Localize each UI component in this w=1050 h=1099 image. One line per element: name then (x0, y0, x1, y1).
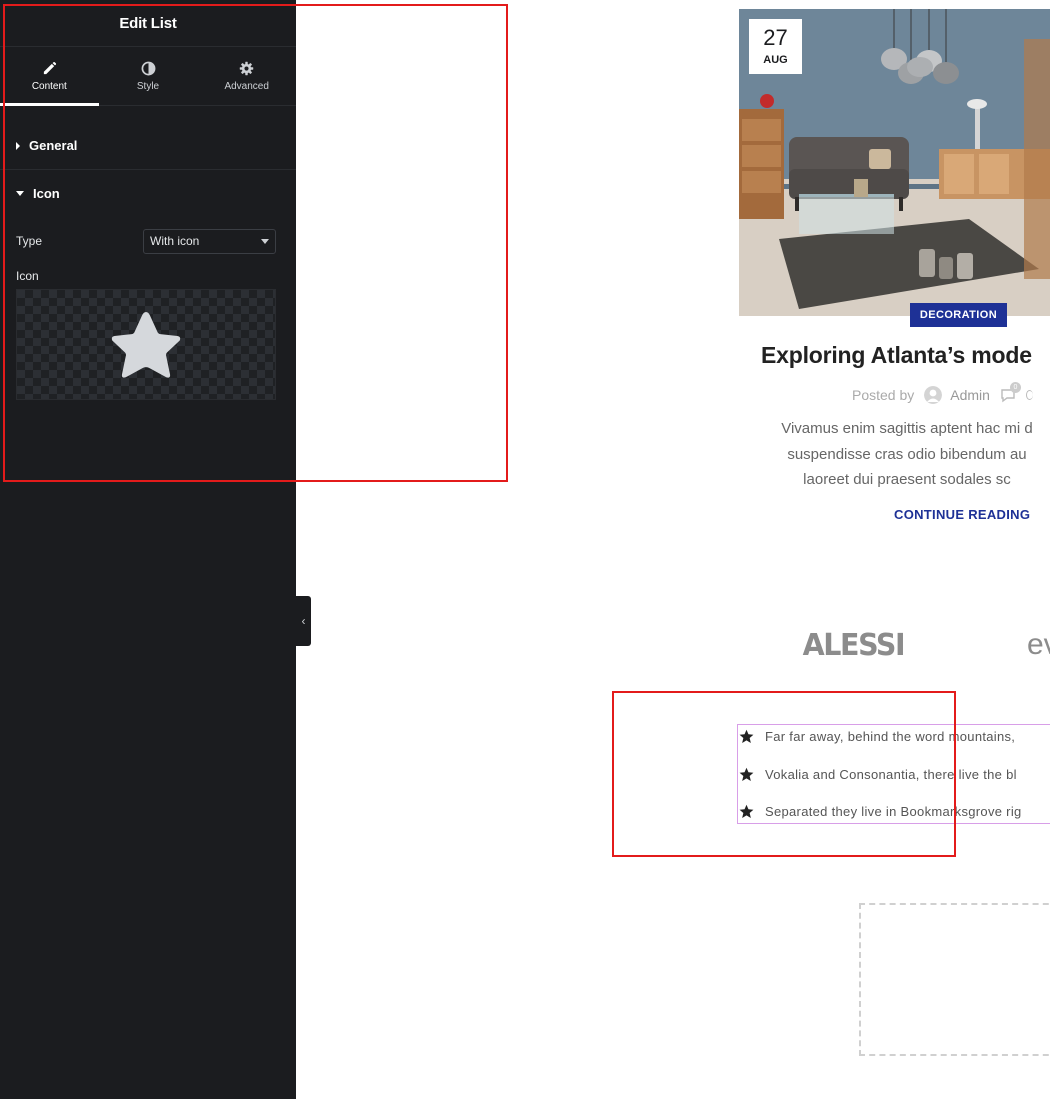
icon-picker[interactable] (16, 289, 276, 400)
star-icon (739, 767, 754, 781)
tab-style[interactable]: Style (99, 47, 198, 105)
tab-content[interactable]: Content (0, 47, 99, 106)
comment-count: 0 (1009, 382, 1021, 393)
panel-title: Edit List (119, 14, 177, 32)
post-date-month: AUG (763, 54, 788, 66)
post-category-tag[interactable]: DECORATION (910, 303, 1007, 327)
list-item: Vokalia and Consonantia, there live the … (738, 767, 1017, 782)
empty-widget-placeholder[interactable] (859, 903, 1050, 1056)
contrast-icon (141, 61, 155, 75)
list-item-text: Far far away, behind the word mountains, (765, 729, 1016, 744)
list-item: Separated they live in Bookmarksgrove ri… (738, 804, 1022, 819)
tab-content-label: Content (31, 80, 67, 92)
brand-logo-ev[interactable]: ev (1027, 628, 1050, 662)
post-meta-prefix: Posted by (852, 387, 915, 403)
pencil-icon (43, 61, 56, 74)
post-meta: Posted by Admin 0 (852, 382, 1033, 404)
comment-icon[interactable]: 0 (1000, 382, 1021, 403)
post-title[interactable]: Exploring Atlanta’s mode (761, 342, 1032, 369)
caret-down-icon (16, 191, 24, 196)
post-date-day: 27 (763, 25, 788, 50)
post-author[interactable]: Admin (950, 387, 990, 403)
author-avatar-icon (924, 386, 943, 404)
section-icon-toggle[interactable]: Icon (0, 170, 296, 217)
star-icon (739, 804, 754, 818)
icon-list-widget[interactable]: Far far away, behind the word mountains,… (737, 724, 1050, 824)
type-select-value: With icon (150, 234, 200, 248)
post-excerpt: Vivamus enim sagittis aptent hac mi d su… (742, 416, 1050, 493)
list-item-text: Separated they live in Bookmarksgrove ri… (765, 804, 1022, 819)
tab-advanced[interactable]: Advanced (197, 47, 296, 105)
list-item: Far far away, behind the word mountains, (738, 729, 1015, 744)
chevron-left-icon: ‹ (301, 614, 306, 628)
brand-logo-alessi[interactable]: ALESSI (803, 628, 906, 663)
section-general-label: General (29, 138, 78, 153)
excerpt-line: laoreet dui praesent sodales sc (803, 471, 1011, 488)
tab-style-label: Style (136, 80, 160, 92)
section-general: General (0, 122, 296, 170)
excerpt-line: Vivamus enim sagittis aptent hac mi d (781, 420, 1033, 437)
panel-tabs: Content Style Advanced (0, 47, 296, 106)
type-control: Type With icon (0, 225, 296, 257)
type-label: Type (16, 234, 43, 248)
section-general-toggle[interactable]: General (0, 122, 296, 169)
excerpt-line: suspendisse cras odio bibendum au (787, 445, 1027, 463)
share-icon[interactable] (1025, 390, 1033, 400)
panel-collapse-handle[interactable]: ‹ (296, 596, 311, 646)
list-item-text: Vokalia and Consonantia, there live the … (765, 767, 1017, 782)
continue-reading-link[interactable]: CONTINUE READING (894, 507, 1030, 522)
icon-control-label: Icon (16, 269, 39, 283)
caret-right-icon (16, 141, 20, 150)
editor-panel: Edit List Content Style Advanced General… (0, 0, 296, 1099)
panel-header: Edit List (0, 0, 296, 47)
type-select[interactable]: With icon (143, 228, 276, 254)
post-date-badge: 27 AUG (749, 19, 802, 74)
dropdown-arrow-icon (261, 238, 269, 244)
section-icon-label: Icon (33, 186, 60, 201)
star-icon (111, 311, 181, 378)
tab-advanced-label: Advanced (224, 80, 269, 92)
section-icon: Icon Type With icon Icon (0, 170, 296, 283)
star-icon (739, 729, 754, 743)
gear-icon (239, 61, 254, 75)
